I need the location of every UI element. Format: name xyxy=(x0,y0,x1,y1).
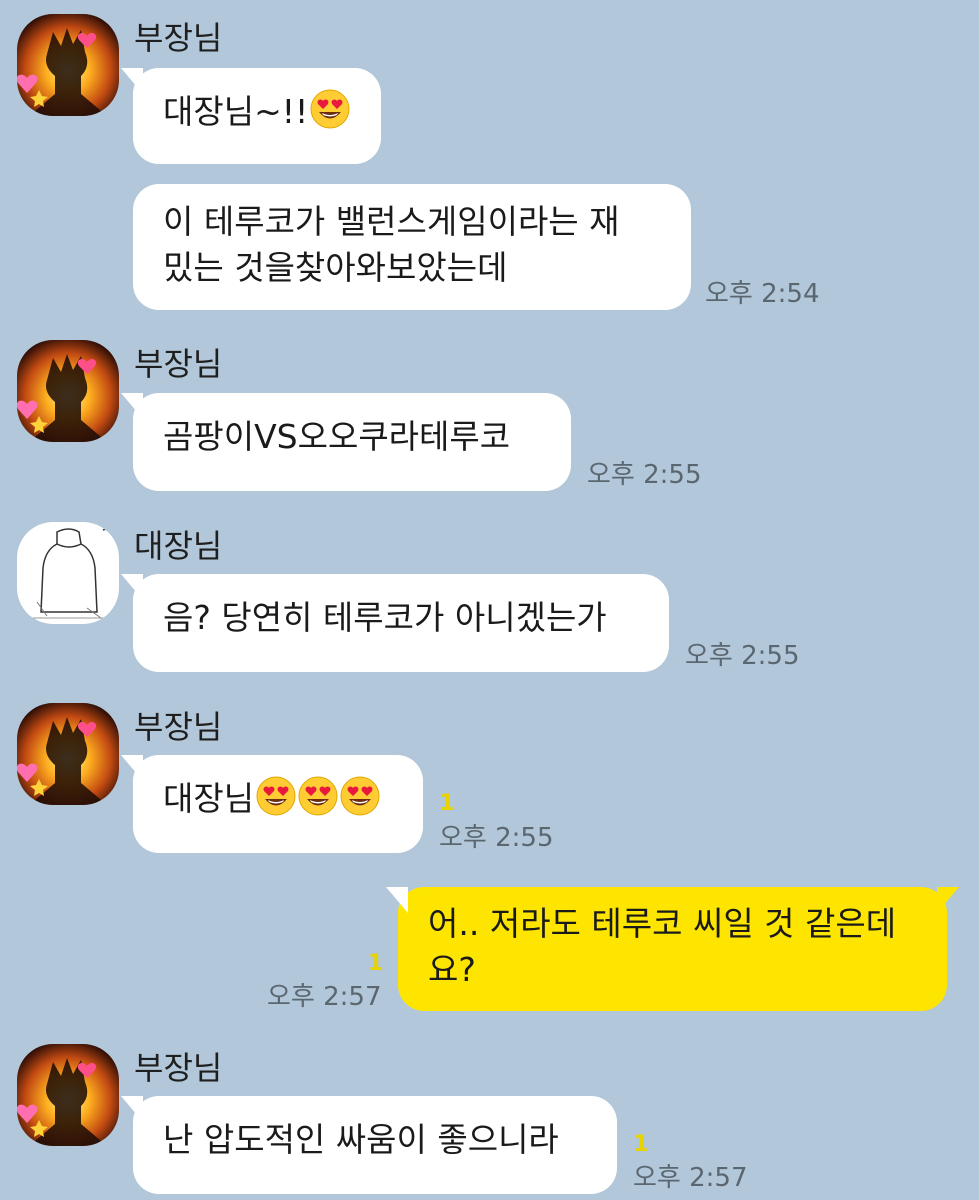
heart-eyes-emoji-icon xyxy=(310,89,350,129)
message-text-line: 이 테루코가 밸런스게임이라는 재 xyxy=(163,202,620,241)
sender-avatar[interactable] xyxy=(17,340,119,442)
unread-count: 1 xyxy=(633,1132,649,1157)
message-timestamp: 오후 2:55 xyxy=(587,460,702,490)
heart-eyes-emoji-icon xyxy=(340,776,380,816)
message-bubble[interactable]: 대장님~!! xyxy=(121,68,381,164)
sender-avatar[interactable] xyxy=(17,1044,119,1146)
anime-character-avatar-icon xyxy=(17,703,119,805)
heart-eyes-emoji-icon xyxy=(256,776,296,816)
my-message-bubble[interactable]: 어.. 저라도 테루코 씨일 것 같은데 요? xyxy=(386,887,959,1011)
anime-character-avatar-icon xyxy=(17,340,119,442)
message-timestamp: 오후 2:55 xyxy=(439,823,554,853)
message-bubble[interactable]: 대장님 xyxy=(121,755,423,853)
sender-avatar[interactable] xyxy=(17,703,119,805)
message-timestamp: 오후 2:55 xyxy=(685,641,800,671)
message-bubble[interactable]: 음? 당연히 테루코가 아니겠는가 xyxy=(121,574,669,672)
sender-name: 부장님 xyxy=(134,1049,223,1087)
unread-count: 1 xyxy=(439,791,455,816)
message-timestamp: 오후 2:57 xyxy=(633,1163,748,1193)
message-text-line: 요? xyxy=(428,950,476,989)
anime-character-avatar-icon xyxy=(17,1044,119,1146)
message-bubble[interactable]: 곰팡이VS오오쿠라테루코 xyxy=(121,393,571,491)
message-text: 대장님 xyxy=(163,779,255,818)
message-timestamp: 오후 2:54 xyxy=(705,279,820,309)
message-bubble[interactable]: 난 압도적인 싸움이 좋으니라 xyxy=(121,1096,617,1194)
heart-eyes-emoji-icon xyxy=(298,776,338,816)
message-text: 음? 당연히 테루코가 아니겠는가 xyxy=(163,598,607,637)
anime-character-avatar-icon xyxy=(17,14,119,116)
message-text-line: 어.. 저라도 테루코 씨일 것 같은데 xyxy=(428,904,897,943)
unread-count: 1 xyxy=(368,951,384,976)
message-text: 곰팡이VS오오쿠라테루코 xyxy=(163,417,511,456)
message-text-line: 밌는 것을찾아와보았는데 xyxy=(163,248,508,287)
sender-name: 부장님 xyxy=(134,345,223,383)
message-bubble[interactable]: 이 테루코가 밸런스게임이라는 재 밌는 것을찾아와보았는데 xyxy=(133,184,691,310)
message-text: 난 압도적인 싸움이 좋으니라 xyxy=(163,1120,559,1159)
sender-name: 대장님 xyxy=(134,527,223,565)
sender-avatar[interactable] xyxy=(17,14,119,116)
message-timestamp: 오후 2:57 xyxy=(267,982,382,1012)
message-text: 대장님~!! xyxy=(163,92,309,131)
sender-name: 부장님 xyxy=(134,708,223,746)
sender-avatar[interactable] xyxy=(17,522,119,624)
sketch-character-avatar-icon xyxy=(17,522,119,624)
sender-name: 부장님 xyxy=(134,19,223,57)
